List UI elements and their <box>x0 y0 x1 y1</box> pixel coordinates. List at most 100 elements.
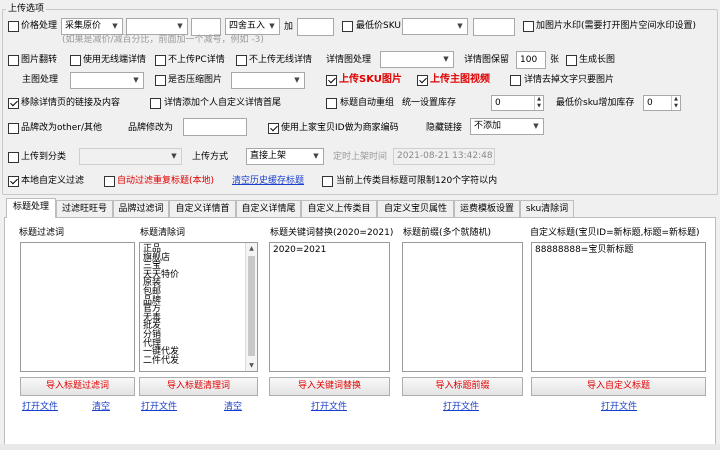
import-title-prefix-button[interactable]: 导入标题前缀 <box>402 377 523 396</box>
main-img-label: 主图处理 <box>22 75 59 85</box>
group-title: 上传选项 <box>6 3 47 15</box>
chevron-down-icon: ▼ <box>294 76 300 84</box>
tab-custom-detail-tail[interactable]: 自定义详情尾 <box>236 200 301 217</box>
detail-keep-unit: 张 <box>550 55 560 65</box>
open-file-link-2[interactable]: 打开文件 <box>141 401 177 413</box>
hide-link-label: 隐藏链接 <box>426 123 463 133</box>
timed-datetime-input[interactable]: 2021-08-21 13:42:48 <box>393 148 495 165</box>
no-pc-checkbox[interactable] <box>155 55 166 66</box>
spinner-arrows-icon: ▲ ▼ <box>534 96 543 110</box>
title-filter-textarea[interactable] <box>20 242 135 372</box>
scrollbar[interactable]: ▲ ▼ <box>245 243 257 371</box>
open-file-link-5[interactable]: 打开文件 <box>601 401 637 413</box>
upload-main-video-checkbox[interactable] <box>417 75 428 86</box>
remove-text-img-checkbox[interactable] <box>510 75 521 86</box>
import-keyword-replace-button[interactable]: 导入关键词替换 <box>269 377 390 396</box>
timed-label: 定时上架时间 <box>333 152 388 162</box>
tab-brand-filter[interactable]: 品牌过滤词 <box>113 200 169 217</box>
compress-select[interactable]: ▼ <box>231 72 305 89</box>
price-process-checkbox[interactable] <box>8 21 19 32</box>
long-img-checkbox[interactable] <box>566 55 577 66</box>
flip-checkbox[interactable] <box>8 55 19 66</box>
detail-img-label: 详情图处理 <box>326 55 372 65</box>
open-file-link-1[interactable]: 打开文件 <box>22 401 58 413</box>
upload-sku-img-label: 上传SKU图片 <box>339 74 402 85</box>
import-custom-title-button[interactable]: 导入自定义标题 <box>531 377 706 396</box>
chevron-down-icon: ▼ <box>313 152 319 160</box>
auto-title-checkbox[interactable] <box>326 98 337 109</box>
upload-category-checkbox[interactable] <box>8 152 19 163</box>
min-sku-select[interactable]: ▼ <box>402 18 468 35</box>
auto-filter-dup-label: 自动过滤重复标题(本地) <box>117 176 215 186</box>
no-wireless-checkbox[interactable] <box>236 55 247 66</box>
tab-custom-attributes[interactable]: 自定义宝贝属性 <box>377 200 454 217</box>
tab-custom-category[interactable]: 自定义上传类目 <box>301 200 377 217</box>
upload-sku-img-checkbox[interactable] <box>326 75 337 86</box>
tab-custom-detail-head[interactable]: 自定义详情首 <box>169 200 236 217</box>
upload-method-label: 上传方式 <box>192 152 229 162</box>
price-hint: (如果是减价/减百分比，前面加一个减号，例如 -3) <box>62 35 264 45</box>
stock-label: 统一设置库存 <box>402 98 457 108</box>
bottom-strip <box>0 444 720 450</box>
spinner-arrows-icon: ▲ ▼ <box>671 96 680 110</box>
title-clear-header: 标题清除词 <box>140 228 186 238</box>
custom-detail-checkbox[interactable] <box>150 98 161 109</box>
wireless-detail-label: 使用无线端详情 <box>83 55 147 65</box>
use-shop-id-label: 使用上家宝贝ID做为商家编码 <box>281 123 399 133</box>
brand-change-input[interactable] <box>183 118 247 136</box>
tab-title-process[interactable]: 标题处理 <box>6 198 56 218</box>
upload-method-select[interactable]: 直接上架 ▼ <box>246 148 324 165</box>
clear-link-2[interactable]: 清空 <box>224 401 242 413</box>
tab-sku-clear[interactable]: sku清除词 <box>520 200 574 217</box>
main-img-select[interactable]: ▼ <box>70 72 144 89</box>
detail-keep-label: 详情图保留 <box>464 55 510 65</box>
scroll-thumb[interactable] <box>248 256 255 356</box>
open-file-link-3[interactable]: 打开文件 <box>311 401 347 413</box>
import-title-filter-button[interactable]: 导入标题过滤词 <box>20 377 135 396</box>
long-img-label: 生成长图 <box>579 55 616 65</box>
local-filter-label: 本地自定义过滤 <box>21 176 85 186</box>
no-wireless-label: 不上传无线详情 <box>249 55 313 65</box>
tab-wangwang-filter[interactable]: 过滤旺旺号 <box>56 200 113 217</box>
list-item: 88888888=宝贝新标题 <box>535 245 634 255</box>
auto-filter-dup-checkbox[interactable] <box>104 176 115 187</box>
title-prefix-header: 标题前缀(多个就随机) <box>403 228 492 238</box>
title-prefix-textarea[interactable] <box>402 242 523 372</box>
custom-title-textarea[interactable]: 88888888=宝贝新标题 <box>531 242 706 372</box>
import-title-clear-button[interactable]: 导入标题清理词 <box>139 377 258 396</box>
min-sku-value-input[interactable] <box>473 18 515 36</box>
title-clear-textarea[interactable]: 正品 旗舰店 三宝 天天特价 原装 包邮 品牌 官方 无毒 批发 分销 代理 一… <box>139 242 258 372</box>
use-shop-id-checkbox[interactable] <box>268 123 279 134</box>
add-label: 加 <box>284 22 294 32</box>
add-value-input[interactable] <box>297 18 334 36</box>
remove-links-checkbox[interactable] <box>8 98 19 109</box>
min-sku-checkbox[interactable] <box>342 21 353 32</box>
clear-link-1[interactable]: 清空 <box>92 401 110 413</box>
stock-stepper[interactable]: 0 ▲ ▼ <box>491 95 544 111</box>
title-limit-checkbox[interactable] <box>322 176 333 187</box>
brand-other-label: 品牌改为other/其他 <box>21 123 103 133</box>
compress-checkbox[interactable] <box>155 75 166 86</box>
local-filter-checkbox[interactable] <box>8 176 19 187</box>
keyword-replace-textarea[interactable]: 2020=2021 <box>269 242 390 372</box>
custom-title-header: 自定义标题(宝贝ID=新标题,标题=新标题) <box>530 228 700 238</box>
clear-history-link[interactable]: 清空历史缓存标题 <box>232 174 304 188</box>
hide-link-select[interactable]: 不添加 ▼ <box>470 118 544 135</box>
chevron-down-icon: ▼ <box>533 122 539 130</box>
remove-links-label: 移除详情页的链接及内容 <box>21 98 121 108</box>
wireless-detail-checkbox[interactable] <box>70 55 81 66</box>
chevron-down-icon: ▼ <box>457 22 463 30</box>
list-item: 2020=2021 <box>273 245 327 255</box>
detail-img-select[interactable]: ▼ <box>380 51 454 68</box>
detail-keep-input[interactable]: 100 <box>516 51 546 69</box>
no-pc-label: 不上传PC详情 <box>168 55 225 65</box>
chevron-down-icon: ▼ <box>443 55 449 63</box>
watermark-checkbox[interactable] <box>523 21 534 32</box>
min-sku-stock-stepper[interactable]: 0 ▲ ▼ <box>643 95 681 111</box>
brand-other-checkbox[interactable] <box>8 123 19 134</box>
chevron-down-icon: ▼ <box>112 22 118 30</box>
upload-category-select[interactable]: ▼ <box>79 148 182 165</box>
open-file-link-4[interactable]: 打开文件 <box>443 401 479 413</box>
title-filter-header: 标题过滤词 <box>19 228 65 238</box>
tab-shipping-template[interactable]: 运费模板设置 <box>454 200 520 217</box>
